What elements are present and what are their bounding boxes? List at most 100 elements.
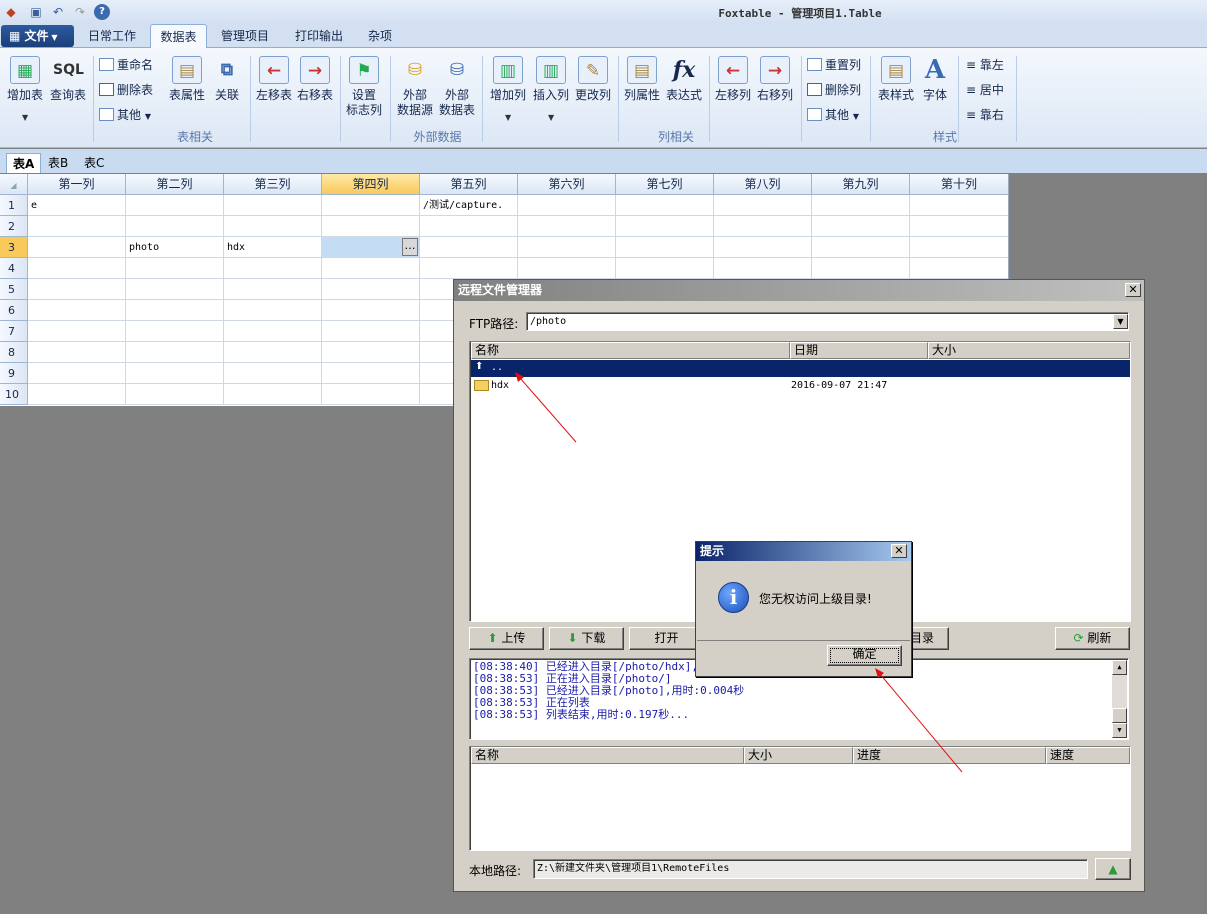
sheet-tab-a[interactable]: 表A [6, 153, 42, 173]
grid-cell[interactable] [518, 237, 616, 258]
save-icon[interactable]: ▣ [28, 4, 44, 20]
grid-cell[interactable] [812, 258, 910, 279]
grid-cell[interactable] [322, 342, 420, 363]
chevron-down-icon[interactable]: ▼ [1113, 314, 1128, 329]
row-header[interactable]: 6 [0, 300, 28, 321]
change-column-button[interactable]: ✎ 更改列 [572, 56, 614, 103]
grid-cell[interactable] [518, 216, 616, 237]
column-properties-button[interactable]: ▤ 列属性 [621, 56, 663, 103]
tab-manage-project[interactable]: 管理项目 [213, 24, 277, 48]
download-button[interactable]: ⬇ 下载 [549, 627, 624, 650]
font-button[interactable]: A 字体 [918, 56, 952, 103]
column-header[interactable]: 第八列 [714, 174, 812, 195]
grid-cell[interactable] [224, 216, 322, 237]
refresh-button[interactable]: ⟳ 刷新 [1055, 627, 1130, 650]
grid-cell[interactable] [224, 384, 322, 405]
scroll-down-icon[interactable]: ▼ [1112, 723, 1127, 738]
grid-cell[interactable] [420, 216, 518, 237]
external-table-button[interactable]: ⛁ 外部 数据表 [437, 56, 477, 118]
row-header[interactable]: 2 [0, 216, 28, 237]
log-scrollbar[interactable]: ▲ ▼ [1112, 660, 1127, 738]
grid-cell[interactable]: e [28, 195, 126, 216]
grid-cell[interactable] [420, 258, 518, 279]
reset-column-button[interactable]: 重置列 [807, 57, 861, 73]
scroll-up-icon[interactable]: ▲ [1112, 660, 1127, 675]
grid-cell[interactable] [714, 258, 812, 279]
align-left-button[interactable]: ≡ 靠左 [966, 57, 1004, 73]
scroll-thumb[interactable] [1112, 708, 1127, 723]
sheet-tab-b[interactable]: 表B [42, 153, 74, 173]
table-style-button[interactable]: ▤ 表样式 [874, 56, 918, 103]
delete-table-button[interactable]: 删除表 [99, 82, 153, 98]
list-header-name[interactable]: 名称 [471, 342, 790, 359]
row-header[interactable]: 7 [0, 321, 28, 342]
row-header[interactable]: 1 [0, 195, 28, 216]
grid-cell[interactable] [910, 237, 1008, 258]
grid-cell[interactable]: /测试/capture. [420, 195, 518, 216]
grid-cell[interactable] [714, 216, 812, 237]
tab-print-output[interactable]: 打印输出 [285, 24, 353, 48]
row-header[interactable]: 8 [0, 342, 28, 363]
grid-cell[interactable] [812, 216, 910, 237]
set-flag-column-button[interactable]: ⚑ 设置 标志列 [344, 56, 384, 118]
grid-cell[interactable] [322, 258, 420, 279]
grid-cell[interactable] [322, 279, 420, 300]
column-header[interactable]: 第九列 [812, 174, 910, 195]
row-header[interactable]: 4 [0, 258, 28, 279]
column-header[interactable]: 第四列 [322, 174, 420, 195]
list-header-date[interactable]: 日期 [790, 342, 928, 359]
grid-cell[interactable] [910, 258, 1008, 279]
grid-cell[interactable] [420, 237, 518, 258]
column-header[interactable]: 第七列 [616, 174, 714, 195]
grid-cell[interactable] [322, 384, 420, 405]
query-table-button[interactable]: SQL 查询表 [48, 56, 88, 103]
tab-data-table[interactable]: 数据表 [150, 24, 207, 48]
add-table-dropdown-icon[interactable]: ▼ [22, 113, 28, 122]
insert-column-dropdown-icon[interactable]: ▼ [548, 113, 554, 122]
grid-cell[interactable] [126, 384, 224, 405]
column-header[interactable]: 第一列 [28, 174, 126, 195]
list-item[interactable]: ⬆ .. [471, 360, 1130, 377]
align-center-button[interactable]: ≡ 居中 [966, 82, 1004, 98]
grid-cell[interactable] [224, 258, 322, 279]
grid-cell[interactable] [224, 300, 322, 321]
grid-cell[interactable] [224, 195, 322, 216]
move-column-left-button[interactable]: ← 左移列 [712, 56, 754, 103]
open-button[interactable]: 打开 [629, 627, 704, 650]
grid-cell[interactable] [616, 216, 714, 237]
move-column-right-button[interactable]: → 右移列 [754, 56, 796, 103]
grid-cell[interactable] [28, 321, 126, 342]
grid-cell[interactable] [28, 279, 126, 300]
grid-cell[interactable] [224, 342, 322, 363]
column-header[interactable]: 第三列 [224, 174, 322, 195]
grid-cell[interactable] [28, 342, 126, 363]
list-header-size[interactable]: 大小 [928, 342, 1130, 359]
grid-cell[interactable] [616, 258, 714, 279]
grid-cell[interactable] [28, 237, 126, 258]
grid-cell[interactable] [910, 216, 1008, 237]
other-table-button[interactable]: 其他 ▼ [99, 107, 151, 125]
grid-cell[interactable] [518, 258, 616, 279]
row-header[interactable]: 3 [0, 237, 28, 258]
column-header[interactable]: 第二列 [126, 174, 224, 195]
transfer-list[interactable]: 名称 大小 进度 速度 [469, 746, 1131, 851]
grid-corner[interactable]: ◢ [0, 174, 28, 195]
grid-cell[interactable]: photo [126, 237, 224, 258]
grid-cell[interactable] [714, 195, 812, 216]
grid-cell[interactable] [126, 321, 224, 342]
grid-cell[interactable] [224, 279, 322, 300]
grid-cell[interactable]: hdx [224, 237, 322, 258]
delete-column-button[interactable]: 删除列 [807, 82, 861, 98]
grid-cell[interactable] [28, 216, 126, 237]
move-table-left-button[interactable]: ← 左移表 [254, 56, 294, 103]
undo-icon[interactable]: ↶ [50, 4, 66, 20]
transfer-header-size[interactable]: 大小 [744, 747, 853, 764]
grid-cell[interactable] [28, 384, 126, 405]
ok-button[interactable]: 确定 [827, 645, 902, 666]
grid-cell[interactable] [126, 216, 224, 237]
transfer-header-name[interactable]: 名称 [471, 747, 744, 764]
rename-button[interactable]: 重命名 [99, 57, 153, 73]
grid-cell[interactable] [714, 237, 812, 258]
help-icon[interactable]: ? [94, 4, 110, 20]
grid-cell[interactable] [322, 363, 420, 384]
